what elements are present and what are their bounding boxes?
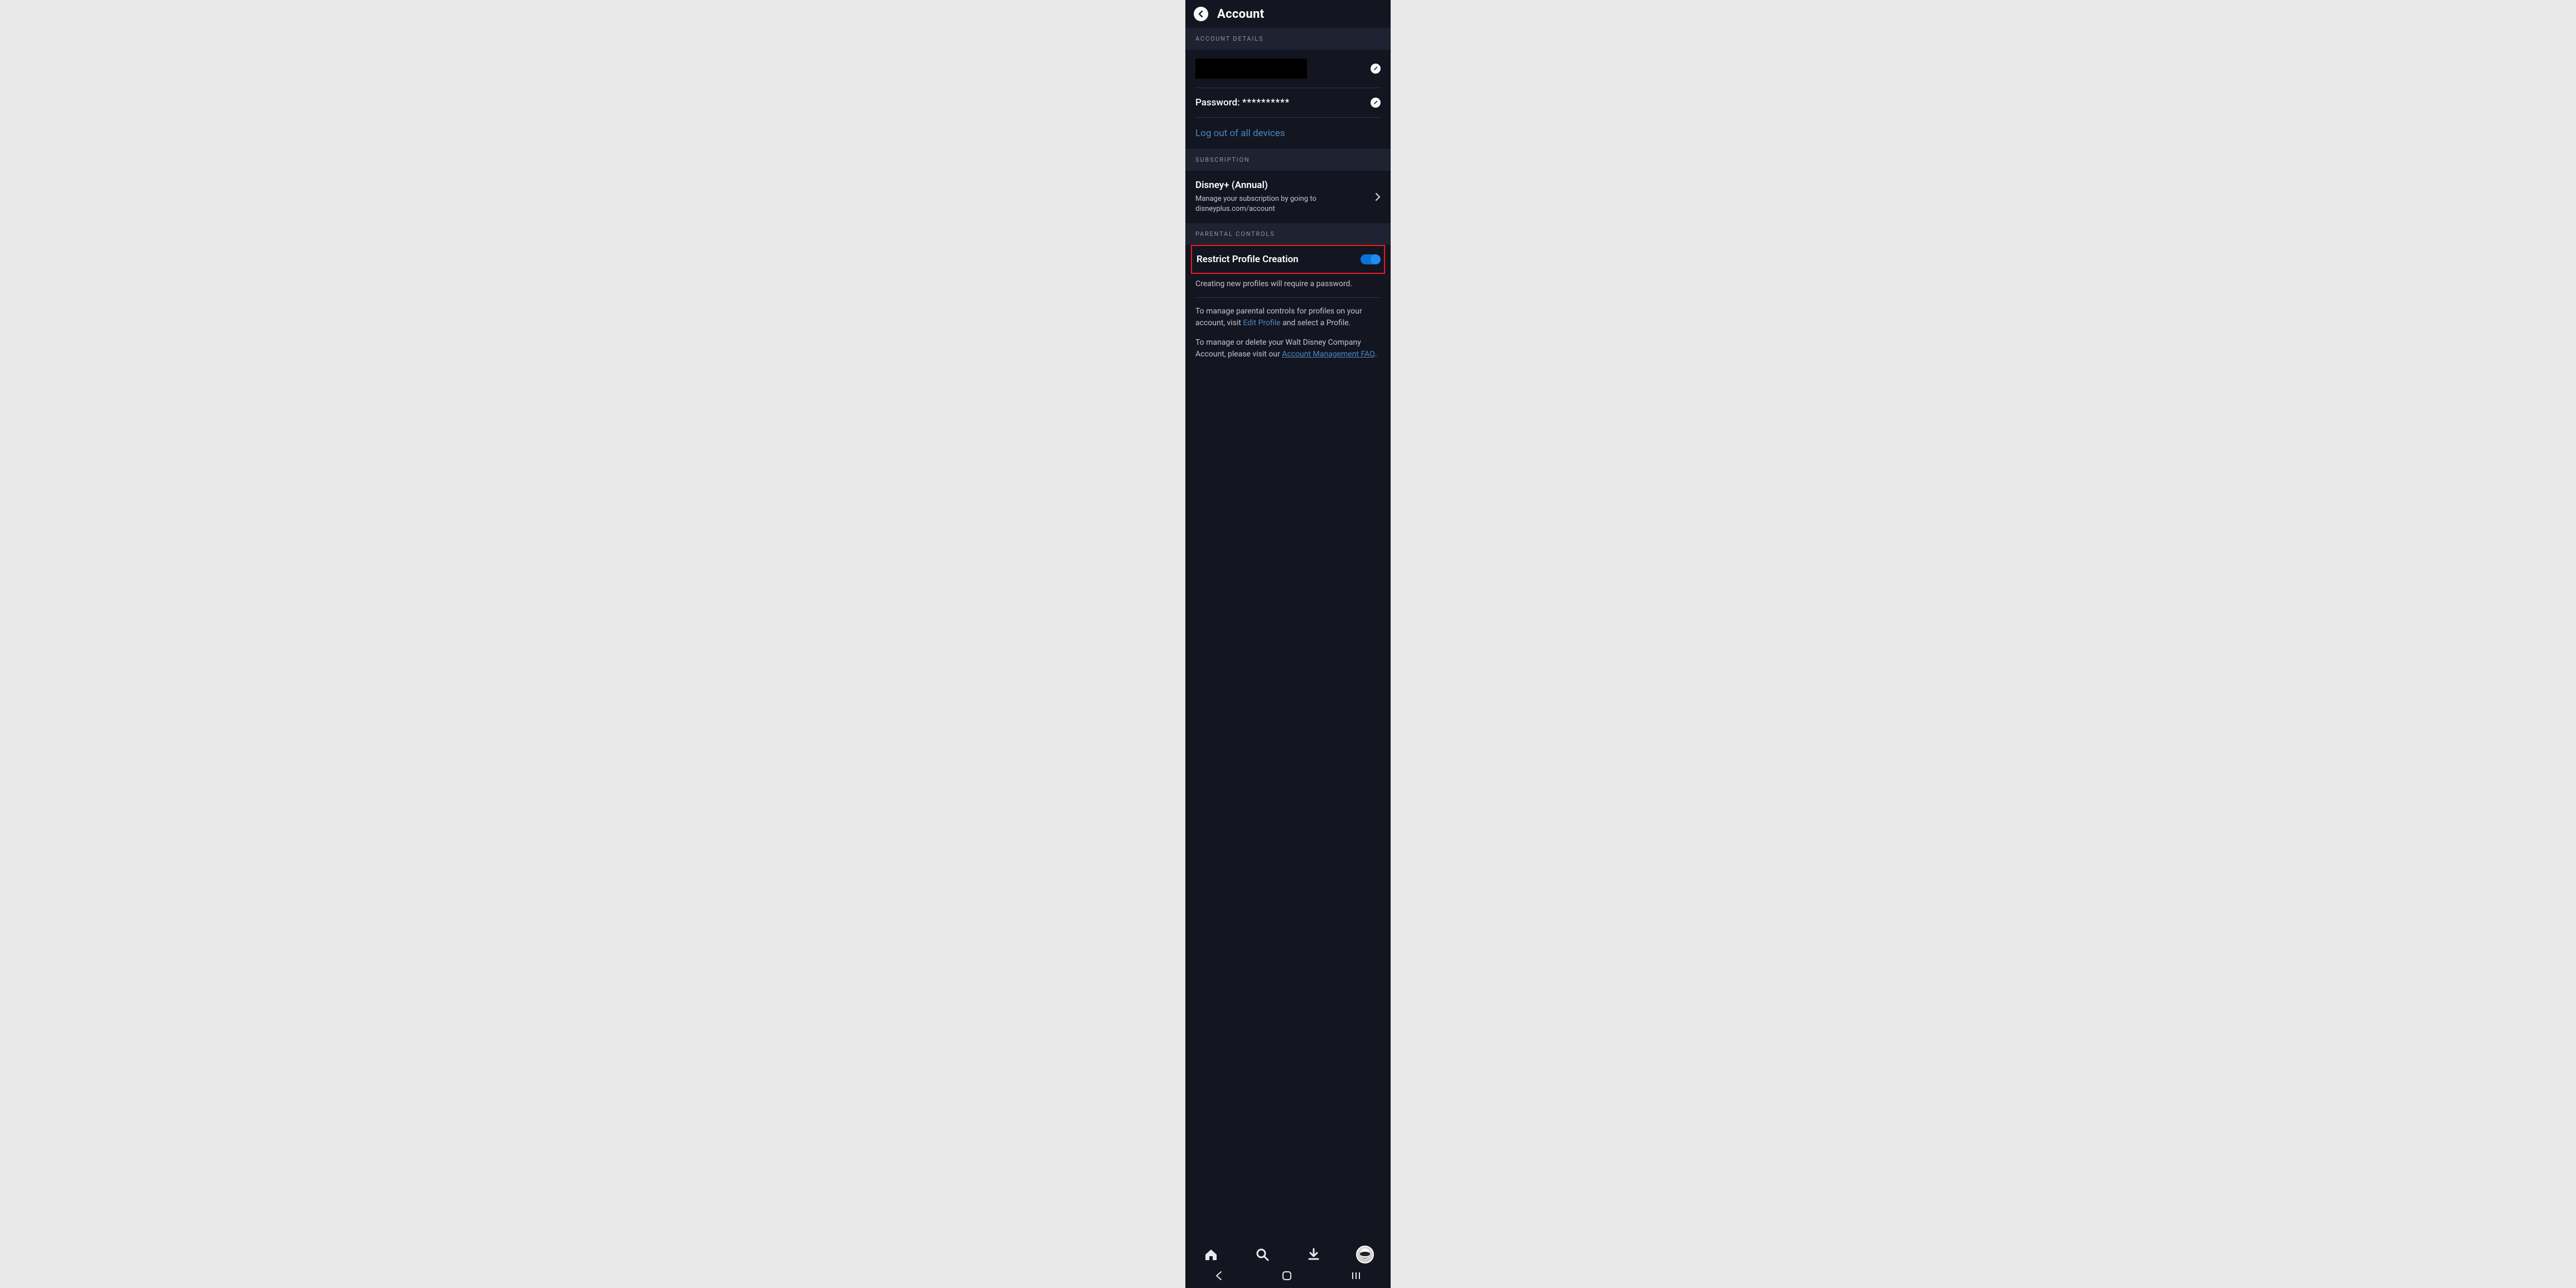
android-back-button[interactable] (1215, 1271, 1223, 1283)
email-row[interactable] (1195, 50, 1381, 88)
tab-downloads[interactable] (1303, 1248, 1325, 1261)
tab-home[interactable] (1200, 1248, 1222, 1261)
subscription-section: Disney+ (Annual) Manage your subscriptio… (1185, 171, 1391, 223)
restrict-profile-row[interactable]: Restrict Profile Creation (1197, 250, 1379, 268)
tab-bar (1185, 1239, 1391, 1266)
tab-search[interactable] (1251, 1248, 1273, 1261)
password-label: Password: (1195, 97, 1240, 108)
tab-profile[interactable] (1354, 1246, 1376, 1263)
header: Account (1185, 0, 1391, 28)
manage-parental-text: To manage parental controls for profiles… (1195, 298, 1381, 329)
chevron-left-icon (1215, 1271, 1223, 1281)
subscription-row[interactable]: Disney+ (Annual) Manage your subscriptio… (1195, 171, 1381, 223)
avatar-icon (1356, 1246, 1374, 1263)
page-title: Account (1217, 7, 1264, 21)
restrict-profile-toggle[interactable] (1361, 254, 1379, 264)
delete-account-text: To manage or delete your Walt Disney Com… (1195, 329, 1381, 360)
password-label-wrap: Password: ********** (1195, 97, 1290, 108)
edit-password-button[interactable] (1371, 98, 1381, 108)
toggle-knob (1371, 254, 1381, 264)
text-b: . (1375, 350, 1377, 359)
android-nav-bar (1185, 1266, 1391, 1288)
subscription-desc: Manage your subscription by going to dis… (1195, 194, 1363, 214)
android-recents-button[interactable] (1351, 1271, 1361, 1282)
back-button[interactable] (1194, 7, 1208, 21)
chevron-left-icon (1198, 11, 1204, 17)
section-header-parental-controls: PARENTAL CONTROLS (1185, 223, 1391, 245)
parental-controls-section: Restrict Profile Creation Creating new p… (1185, 245, 1391, 376)
home-icon (1204, 1248, 1218, 1261)
password-value: ********** (1242, 97, 1290, 108)
subscription-info: Disney+ (Annual) Manage your subscriptio… (1195, 180, 1363, 214)
search-icon (1256, 1248, 1269, 1261)
account-management-faq-link[interactable]: Account Management FAQ (1282, 350, 1375, 359)
pencil-icon (1373, 66, 1378, 71)
text-b: and select a Profile. (1281, 319, 1351, 327)
pencil-icon (1373, 100, 1378, 105)
account-screen: Account ACCOUNT DETAILS Password: ******… (1185, 0, 1391, 1288)
menu-icon (1351, 1271, 1361, 1280)
restrict-profile-hint: Creating new profiles will require a pas… (1195, 274, 1381, 297)
restrict-profile-highlight: Restrict Profile Creation (1191, 245, 1385, 274)
account-details-section: Password: ********** Log out of all devi… (1185, 50, 1391, 149)
section-header-subscription: SUBSCRIPTION (1185, 149, 1391, 171)
email-value-redacted (1195, 59, 1307, 79)
spacer (1195, 360, 1381, 376)
chevron-right-icon (1375, 192, 1381, 201)
edit-profile-link[interactable]: Edit Profile (1243, 319, 1280, 327)
edit-email-button[interactable] (1371, 64, 1381, 74)
section-header-account-details: ACCOUNT DETAILS (1185, 28, 1391, 50)
android-home-button[interactable] (1282, 1271, 1292, 1283)
square-icon (1282, 1271, 1292, 1281)
restrict-profile-label: Restrict Profile Creation (1197, 254, 1299, 265)
download-icon (1308, 1248, 1320, 1261)
logout-all-link[interactable]: Log out of all devices (1195, 128, 1285, 139)
logout-all-row[interactable]: Log out of all devices (1195, 118, 1381, 149)
password-row[interactable]: Password: ********** (1195, 88, 1381, 117)
subscription-title: Disney+ (Annual) (1195, 180, 1363, 191)
